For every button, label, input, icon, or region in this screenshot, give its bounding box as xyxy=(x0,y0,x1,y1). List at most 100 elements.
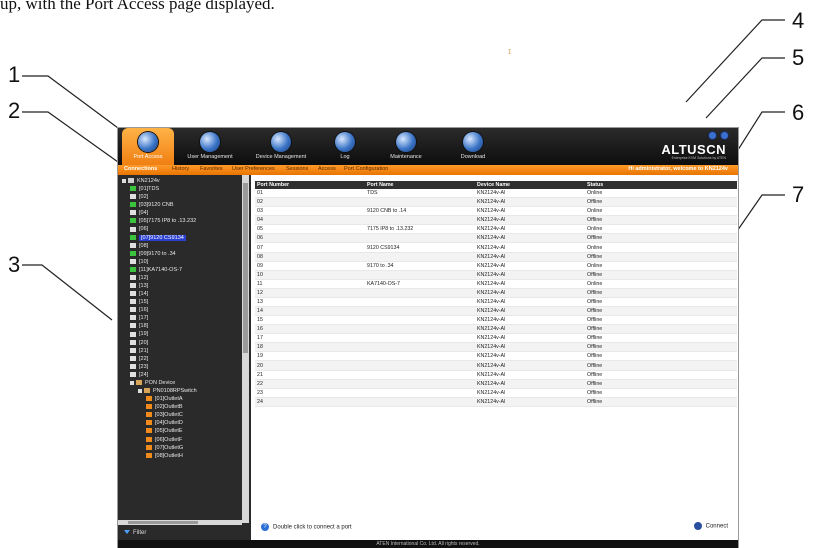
tree-node[interactable]: [19] xyxy=(122,330,242,338)
tree-node[interactable]: [08]OutletH xyxy=(122,452,242,460)
tree-node[interactable]: [08] xyxy=(122,242,242,250)
tree-node[interactable]: [01]OutletA xyxy=(122,395,242,403)
table-row[interactable]: 21 KN2124v-Al Offline xyxy=(255,370,737,380)
table-row[interactable]: 17 KN2124v-Al Offline xyxy=(255,333,737,344)
tab-device-management[interactable]: Device Management xyxy=(248,128,314,165)
tab-maintenance[interactable]: Maintenance xyxy=(376,128,436,165)
header-device-name[interactable]: Device Name xyxy=(475,181,585,189)
sidebar-vertical-scrollbar[interactable] xyxy=(242,175,249,523)
tab-download[interactable]: Download xyxy=(443,128,503,165)
tree-node[interactable]: [07]9120 CS9134 xyxy=(122,234,242,242)
tree-node[interactable]: [06] xyxy=(122,225,242,233)
tree-node[interactable]: [10] xyxy=(122,258,242,266)
online-port-icon xyxy=(130,202,136,208)
table-row[interactable]: 24 KN2124v-Al Offline xyxy=(255,397,737,407)
table-row[interactable]: 12 KN2124v-Al Offline xyxy=(255,288,737,298)
online-port-icon xyxy=(130,234,136,240)
tree-node[interactable]: KN2124v xyxy=(122,177,242,185)
scroll-thumb[interactable] xyxy=(128,521,198,524)
tree-node[interactable]: [02]OutletB xyxy=(122,403,242,411)
filter-button[interactable]: Filter xyxy=(124,530,146,536)
tree-node[interactable]: [05]OutletE xyxy=(122,427,242,435)
logout-icon[interactable] xyxy=(721,132,728,139)
tab-port-access[interactable]: Port Access xyxy=(122,128,174,165)
tree-node[interactable]: [03]9120 CNB xyxy=(122,201,242,209)
tree-node[interactable]: PN0108RPSwitch xyxy=(122,387,242,395)
tree-node[interactable]: [18] xyxy=(122,322,242,330)
tree-node[interactable]: [11]KA7140-OS-7 xyxy=(122,266,242,274)
table-row[interactable]: 22 KN2124v-Al Offline xyxy=(255,379,737,389)
cell-port-number: 10 xyxy=(255,270,365,280)
table-row[interactable]: 14 KN2124v-Al Offline xyxy=(255,306,737,317)
subtab-user-preferences[interactable]: User Preferences xyxy=(232,166,275,172)
table-row[interactable]: 03 9120 CNB to .14 KN2124v-Al Online xyxy=(255,206,737,217)
tree-node[interactable]: [12] xyxy=(122,274,242,282)
tree-node[interactable]: [07]OutletG xyxy=(122,444,242,452)
offline-port-icon xyxy=(130,307,136,313)
table-row[interactable]: 07 9120 CS9134 KN2124v-Al Online xyxy=(255,242,737,253)
text-cursor-icon: ɪ xyxy=(508,46,512,56)
cell-port-name xyxy=(365,333,475,344)
table-row[interactable]: 02 KN2124v-Al Offline xyxy=(255,197,737,208)
tree-node[interactable]: [20] xyxy=(122,339,242,347)
table-row[interactable]: 19 KN2124v-Al Offline xyxy=(255,351,737,362)
subtab-history[interactable]: History xyxy=(172,166,189,172)
tree-node-label: [05]7175 IP8 to .13.232 xyxy=(139,218,197,225)
tree-node[interactable]: [06]OutletF xyxy=(122,436,242,444)
table-row[interactable]: 23 KN2124v-Al Offline xyxy=(255,388,737,398)
tree-node[interactable]: [16] xyxy=(122,306,242,314)
table-row[interactable]: 01 TDS KN2124v-Al Online xyxy=(255,189,737,199)
cell-port-name xyxy=(365,360,475,371)
tab-log[interactable]: Log xyxy=(323,128,367,165)
table-row[interactable]: 04 KN2124v-Al Offline xyxy=(255,215,737,226)
table-row[interactable]: 11 KA7140-OS-7 KN2124v-Al Online xyxy=(255,279,737,289)
kvm-port-icon xyxy=(128,178,134,184)
help-icon[interactable] xyxy=(709,132,716,139)
expand-toggle-icon[interactable] xyxy=(138,388,142,393)
subtab-sessions[interactable]: Sessions xyxy=(286,166,308,172)
tree-node[interactable]: [13] xyxy=(122,282,242,290)
cell-device-name: KN2124v-Al xyxy=(475,379,585,389)
sidebar-horizontal-scrollbar[interactable] xyxy=(118,520,242,525)
tree-node[interactable]: [01]TDS xyxy=(122,185,242,193)
table-row[interactable]: 18 KN2124v-Al Offline xyxy=(255,342,737,353)
tree-node[interactable]: [23] xyxy=(122,363,242,371)
connect-button[interactable]: Connect xyxy=(693,522,728,530)
tree-node-label: [20] xyxy=(139,339,149,346)
tab-user-management[interactable]: User Management xyxy=(180,128,240,165)
table-row[interactable]: 05 7175 IP8 to .13.232 KN2124v-Al Online xyxy=(255,224,737,235)
cell-status: Offline xyxy=(585,379,737,389)
header-status[interactable]: Status xyxy=(585,181,737,189)
tree-node[interactable]: [05]7175 IP8 to .13.232 xyxy=(122,217,242,225)
header-port-number[interactable]: Port Number xyxy=(255,181,365,189)
tree-node[interactable]: [09]9170 to .34 xyxy=(122,250,242,258)
table-row[interactable]: 16 KN2124v-Al Offline xyxy=(255,324,737,335)
table-row[interactable]: 09 9170 to .34 KN2124v-Al Online xyxy=(255,261,737,271)
tree-node[interactable]: [15] xyxy=(122,298,242,306)
header-port-name[interactable]: Port Name xyxy=(365,181,475,189)
table-row[interactable]: 13 KN2124v-Al Offline xyxy=(255,297,737,308)
table-row[interactable]: 10 KN2124v-Al Offline xyxy=(255,270,737,280)
expand-toggle-icon[interactable] xyxy=(130,380,134,385)
subtab-port-configuration[interactable]: Port Configuration xyxy=(344,166,388,172)
subtab-connections[interactable]: Connections xyxy=(124,166,157,172)
table-row[interactable]: 15 KN2124v-Al Offline xyxy=(255,315,737,326)
tree-node[interactable]: [21] xyxy=(122,347,242,355)
table-row[interactable]: 08 KN2124v-Al Offline xyxy=(255,252,737,262)
scroll-thumb[interactable] xyxy=(243,183,248,353)
subtab-favorites[interactable]: Favorites xyxy=(200,166,223,172)
tree-node[interactable]: [24] xyxy=(122,371,242,379)
tree-node[interactable]: [03]OutletC xyxy=(122,411,242,419)
tree-node[interactable]: [17] xyxy=(122,314,242,322)
tree-node[interactable]: [14] xyxy=(122,290,242,298)
tree-node[interactable]: [02] xyxy=(122,193,242,201)
table-row[interactable]: 06 KN2124v-Al Offline xyxy=(255,233,737,244)
cell-device-name: KN2124v-Al xyxy=(475,189,585,199)
table-row[interactable]: 20 KN2124v-Al Offline xyxy=(255,360,737,371)
tree-node[interactable]: [04] xyxy=(122,209,242,217)
tree-node[interactable]: [04]OutletD xyxy=(122,419,242,427)
tree-node[interactable]: [22] xyxy=(122,355,242,363)
subtab-access[interactable]: Access xyxy=(318,166,336,172)
tree-node[interactable]: PON Device xyxy=(122,379,242,387)
expand-toggle-icon[interactable] xyxy=(122,178,126,183)
